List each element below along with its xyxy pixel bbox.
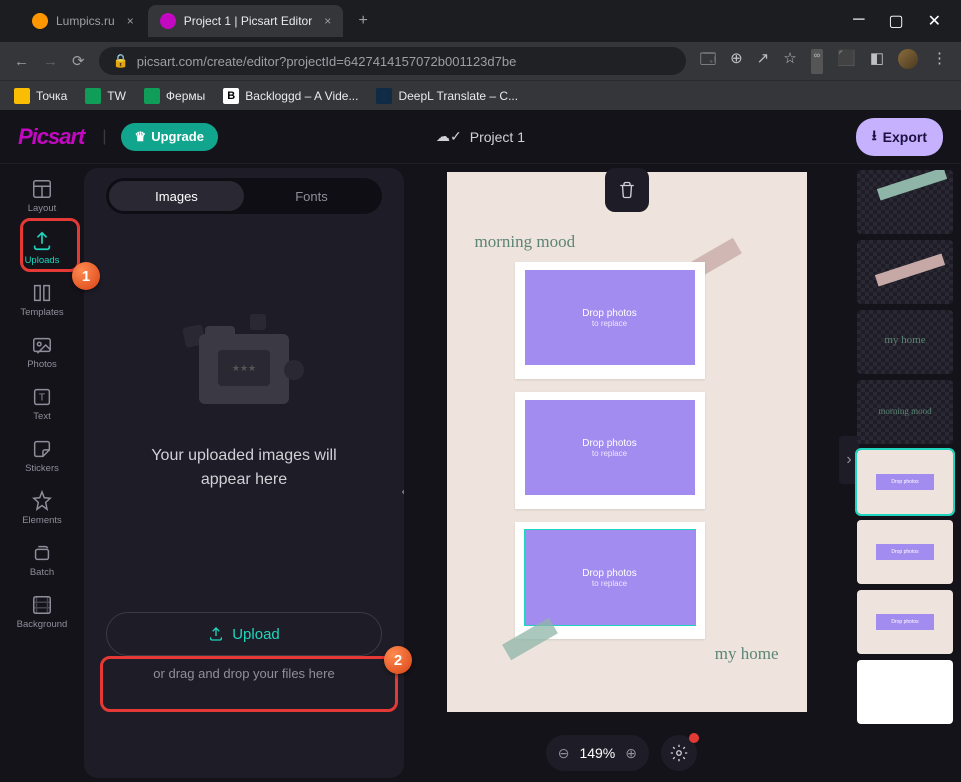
notification-dot xyxy=(689,733,699,743)
favicon xyxy=(32,13,48,29)
page-thumb-7[interactable]: Drop photos xyxy=(857,590,953,654)
translate-icon[interactable]: 🗔 xyxy=(700,49,716,74)
bookmarks-bar: Точка TW Фермы BBackloggd – A Vide... De… xyxy=(0,80,961,110)
new-tab-button[interactable]: + xyxy=(349,7,377,35)
menu-icon[interactable]: ⋮ xyxy=(932,49,947,74)
back-button[interactable]: ← xyxy=(14,53,29,70)
upload-button[interactable]: Upload xyxy=(106,612,382,656)
bookmark-star-icon[interactable]: ☆ xyxy=(783,49,796,74)
cloud-saved-icon: ☁✓ xyxy=(436,128,462,145)
lock-icon: 🔒 xyxy=(113,53,129,69)
rail-elements[interactable]: Elements xyxy=(10,484,74,534)
rail-text[interactable]: TText xyxy=(10,380,74,430)
url-text: picsart.com/create/editor?projectId=6427… xyxy=(137,54,517,69)
upgrade-button[interactable]: ♛ Upgrade xyxy=(121,123,218,151)
empty-state-text: Your uploaded images will appear here xyxy=(151,444,336,492)
zoom-value[interactable]: 149% xyxy=(579,745,615,761)
upload-tabs: Images Fonts xyxy=(106,178,382,214)
annotation-badge-1: 1 xyxy=(72,262,100,290)
photo-frame-1[interactable]: Drop photosto replace xyxy=(515,262,705,379)
browser-tab-1[interactable]: Lumpics.ru × xyxy=(20,5,146,37)
annotation-badge-2: 2 xyxy=(384,646,412,674)
page-thumb-2[interactable] xyxy=(857,240,953,304)
zoom-controls: ⊖ 149% ⊕ xyxy=(546,734,697,772)
tab-fonts[interactable]: Fonts xyxy=(244,181,379,211)
uploads-panel: Images Fonts ★★★ Your uploaded images wi… xyxy=(84,168,404,778)
rail-background[interactable]: Background xyxy=(10,588,74,638)
favicon xyxy=(160,13,176,29)
bookmark-item[interactable]: Точка xyxy=(14,88,67,104)
rail-layout[interactable]: Layout xyxy=(10,172,74,222)
rail-batch[interactable]: Batch xyxy=(10,536,74,586)
ext-icon[interactable]: ∞ xyxy=(811,49,823,74)
canvas-heading-1[interactable]: morning mood xyxy=(475,232,576,252)
reload-button[interactable]: ⟳ xyxy=(72,52,85,70)
page-thumb-6[interactable]: Drop photos xyxy=(857,520,953,584)
share-icon[interactable]: ↗ xyxy=(757,49,770,74)
drag-drop-hint: or drag and drop your files here xyxy=(153,666,334,681)
rail-uploads[interactable]: Uploads xyxy=(10,224,74,274)
rail-stickers[interactable]: Stickers xyxy=(10,432,74,482)
tab-images[interactable]: Images xyxy=(109,181,244,211)
workspace: Layout Uploads Templates Photos TText St… xyxy=(0,164,961,782)
minimize-icon[interactable]: ─ xyxy=(853,11,864,31)
tab-title: Project 1 | Picsart Editor xyxy=(184,14,313,28)
rail-templates[interactable]: Templates xyxy=(10,276,74,326)
forward-button[interactable]: → xyxy=(43,53,58,70)
gear-icon xyxy=(670,744,688,762)
address-bar: ← → ⟳ 🔒 picsart.com/create/editor?projec… xyxy=(0,42,961,80)
photo-frame-2[interactable]: Drop photosto replace xyxy=(515,392,705,509)
browser-tab-2[interactable]: Project 1 | Picsart Editor × xyxy=(148,5,344,37)
bookmark-item[interactable]: Фермы xyxy=(144,88,205,104)
close-icon[interactable]: × xyxy=(127,14,134,28)
canvas-heading-2[interactable]: my home xyxy=(715,644,779,664)
page-thumb-5[interactable]: Drop photos xyxy=(857,450,953,514)
trash-icon xyxy=(618,181,636,199)
bookmark-item[interactable]: TW xyxy=(85,88,126,104)
extensions-icon[interactable]: ⬛ xyxy=(837,49,856,74)
rail-photos[interactable]: Photos xyxy=(10,328,74,378)
window-controls: ─ ▢ ✕ xyxy=(853,11,961,31)
pages-thumbnails: › my home morning mood Drop photos Drop … xyxy=(849,164,961,782)
tab-title: Lumpics.ru xyxy=(56,14,115,28)
page-thumb-4[interactable]: morning mood xyxy=(857,380,953,444)
page-thumb-1[interactable] xyxy=(857,170,953,234)
page-thumb-3[interactable]: my home xyxy=(857,310,953,374)
app-header: Picsart | ♛ Upgrade ☁✓ Project 1 ⭳ Expor… xyxy=(0,110,961,164)
delete-element-button[interactable] xyxy=(605,168,649,212)
download-icon: ⭳ xyxy=(872,125,877,149)
close-icon[interactable]: × xyxy=(324,14,331,28)
profile-avatar[interactable] xyxy=(898,49,918,69)
zoom-in-button[interactable]: ⊕ xyxy=(625,745,637,762)
expand-thumbnails-button[interactable]: › xyxy=(839,436,859,484)
upload-icon xyxy=(208,626,224,642)
artboard[interactable]: morning mood Drop photosto replace Drop … xyxy=(447,172,807,712)
export-button[interactable]: ⭳ Export xyxy=(856,118,943,156)
canvas-area[interactable]: morning mood Drop photosto replace Drop … xyxy=(404,164,849,782)
left-rail: Layout Uploads Templates Photos TText St… xyxy=(0,164,84,782)
page-thumb-8[interactable] xyxy=(857,660,953,724)
url-input[interactable]: 🔒 picsart.com/create/editor?projectId=64… xyxy=(99,47,686,75)
bookmark-item[interactable]: BBackloggd – A Vide... xyxy=(223,88,358,104)
settings-button[interactable] xyxy=(661,735,697,771)
empty-state-illustration: ★★★ xyxy=(184,314,304,424)
zoom-page-icon[interactable]: ⊕ xyxy=(730,49,743,74)
panel-icon[interactable]: ◧ xyxy=(870,49,884,74)
crown-icon: ♛ xyxy=(135,129,147,145)
close-window-icon[interactable]: ✕ xyxy=(928,11,941,31)
bookmark-item[interactable]: DeepL Translate – С... xyxy=(376,88,518,104)
project-title[interactable]: ☁✓ Project 1 xyxy=(436,128,525,145)
zoom-out-button[interactable]: ⊖ xyxy=(558,745,570,762)
svg-text:T: T xyxy=(39,393,45,404)
maximize-icon[interactable]: ▢ xyxy=(888,11,903,31)
browser-titlebar: Lumpics.ru × Project 1 | Picsart Editor … xyxy=(0,0,961,42)
picsart-app: Picsart | ♛ Upgrade ☁✓ Project 1 ⭳ Expor… xyxy=(0,110,961,782)
picsart-logo[interactable]: Picsart xyxy=(18,124,84,150)
